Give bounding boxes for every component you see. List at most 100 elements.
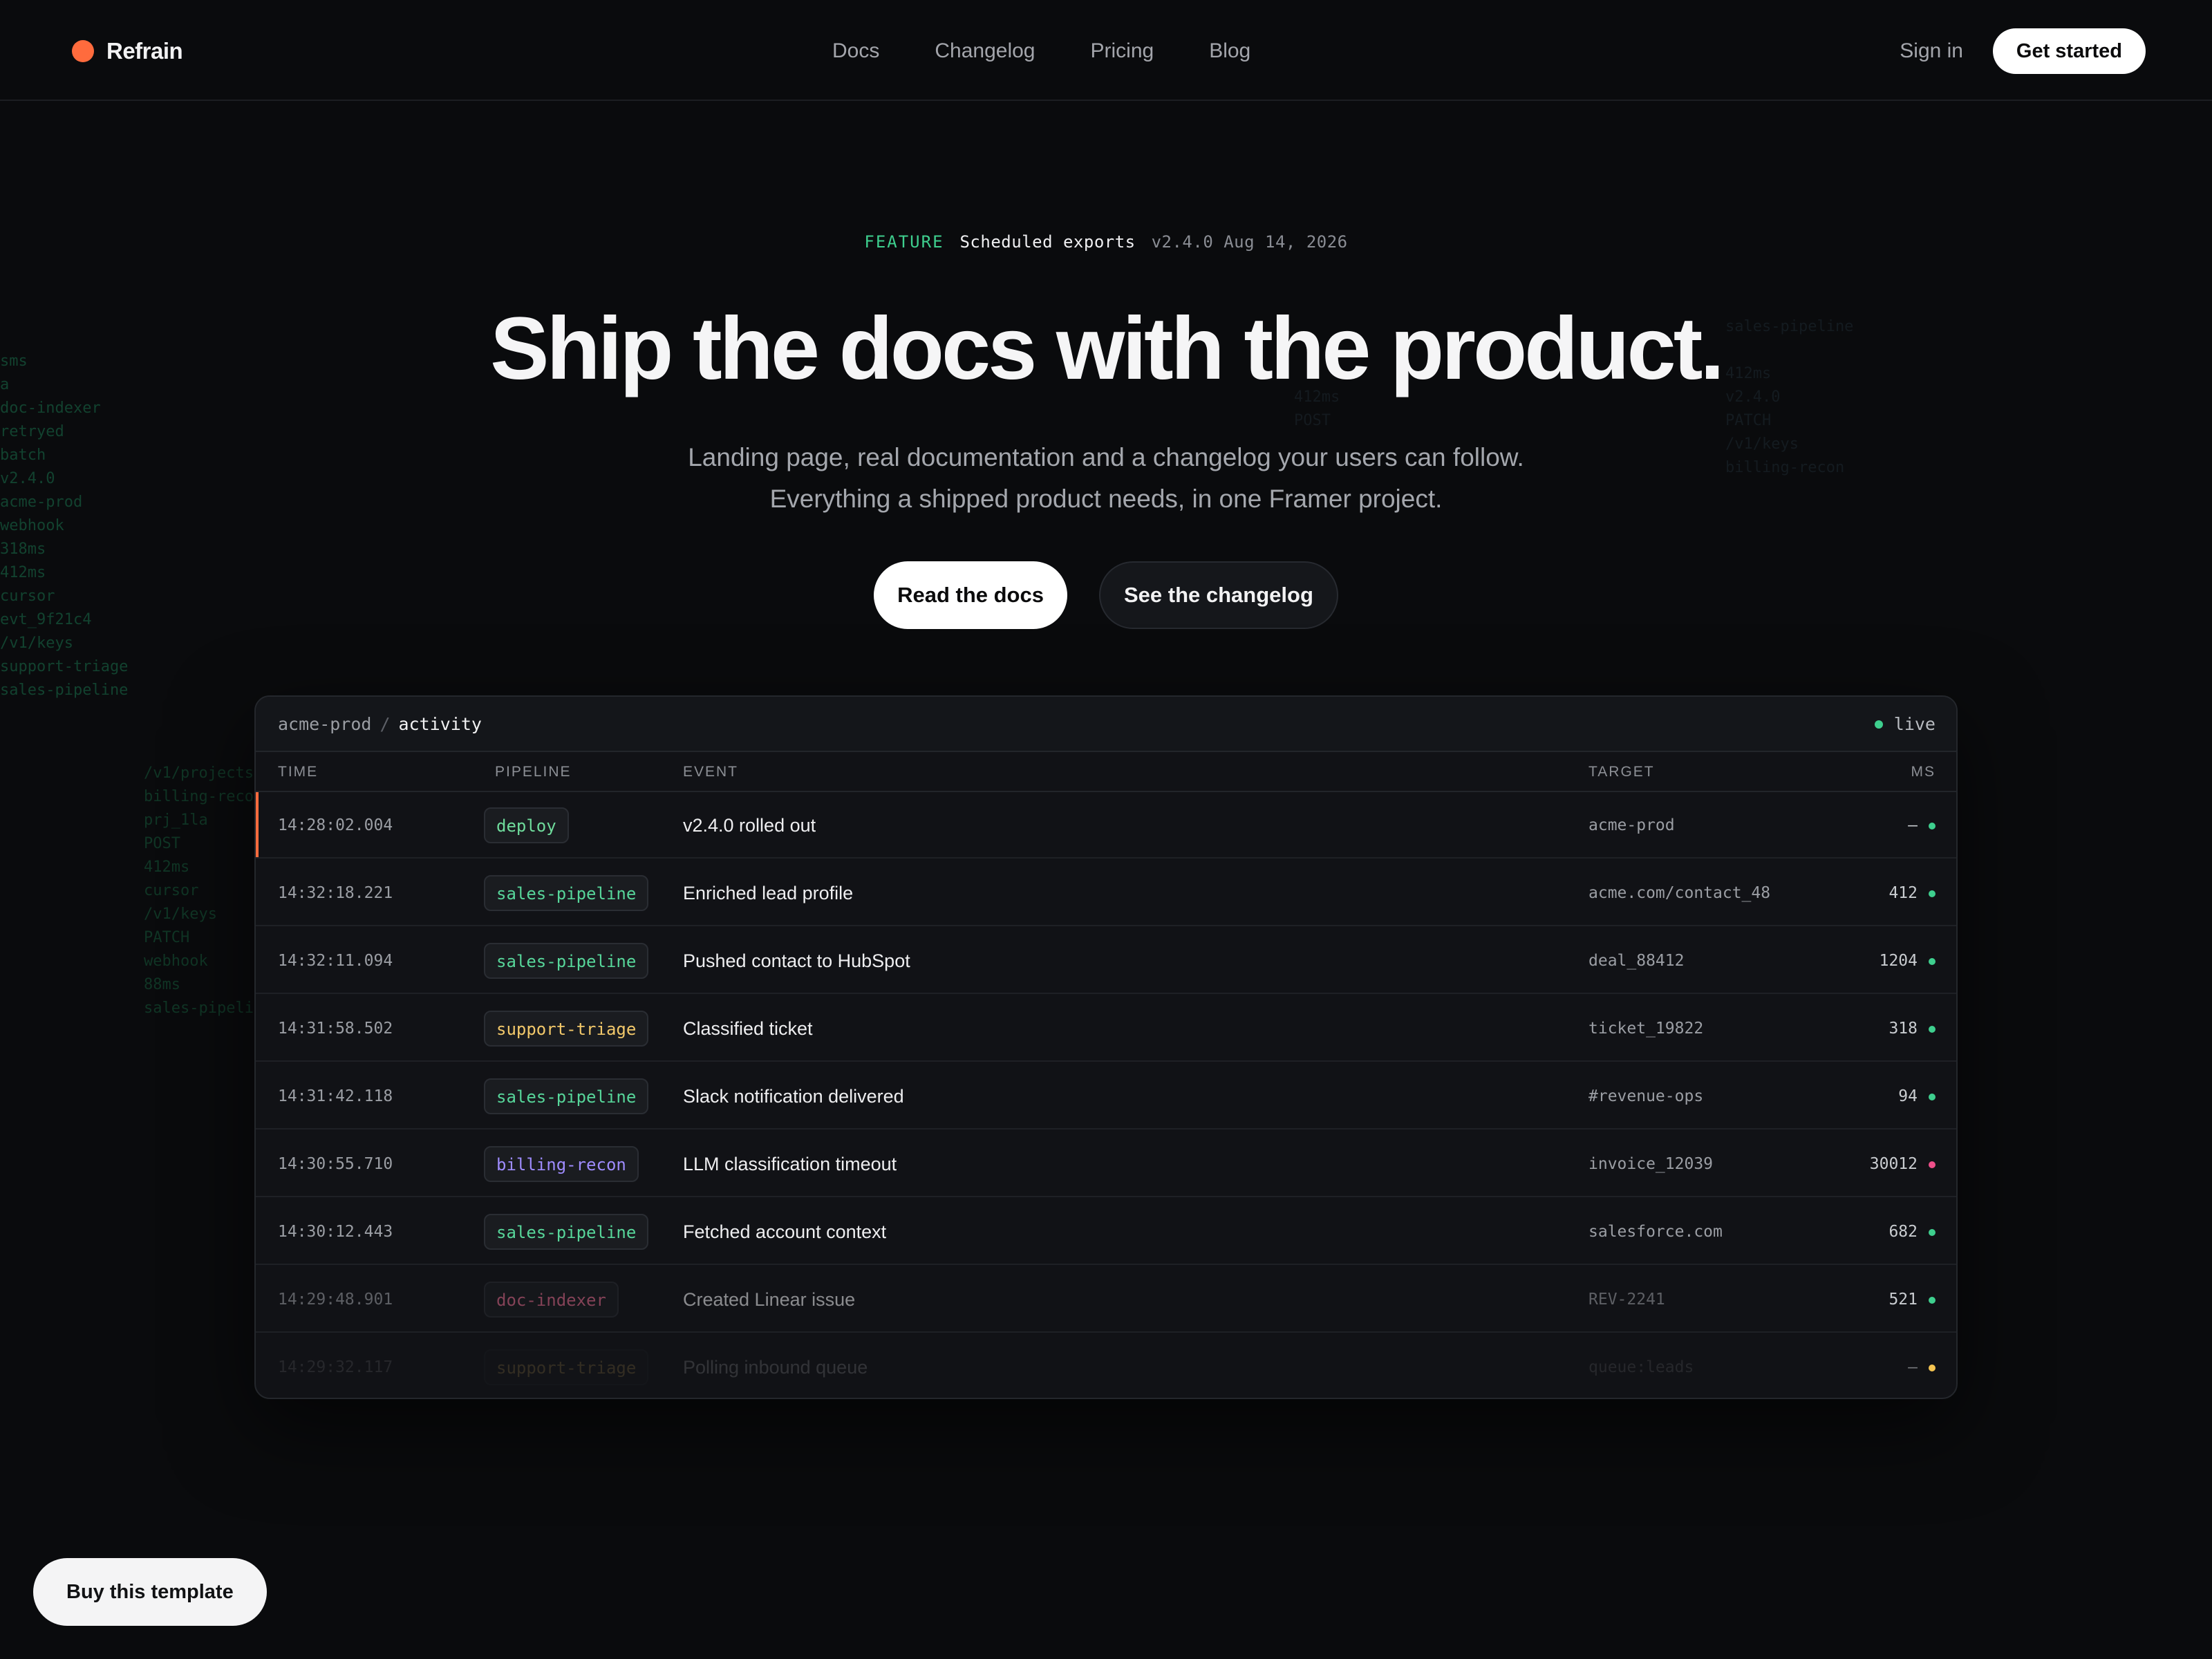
table-row[interactable]: 14:29:48.901 doc-indexer Created Linear is… [256, 1266, 1956, 1333]
release-tag: FEATURE [864, 232, 944, 252]
row-event: Pushed contact to HubSpot [683, 950, 910, 971]
background-code-line: /v1/projects [144, 765, 254, 782]
row-duration: 318 [1888, 1020, 1918, 1038]
pipeline-badge[interactable]: support-triage [484, 1011, 649, 1047]
pipeline-badge[interactable]: doc-indexer [484, 1282, 619, 1318]
status-dot-icon [1929, 1297, 1936, 1304]
status-dot-icon [1929, 1161, 1936, 1168]
table-row[interactable]: 14:32:18.221 sales-pipeline Enriched lead … [256, 860, 1956, 926]
row-time: 14:31:42.118 [278, 1087, 393, 1105]
live-status: live [1874, 697, 1936, 752]
background-code-line: /v1/keys [144, 906, 217, 923]
background-code-left-2: /v1/projects billing-recon prj_1la POST 412m… [144, 738, 272, 1020]
row-event: Created Linear issue [683, 1289, 856, 1310]
table-row[interactable]: 14:31:58.502 support-triage Classified tic… [256, 995, 1956, 1062]
read-docs-button[interactable]: Read the docs [874, 561, 1067, 629]
status-dot-icon [1929, 890, 1936, 897]
release-badge[interactable]: FEATURE Scheduled exports v2.4.0 Aug 14,… [0, 232, 2212, 252]
pipeline-badge[interactable]: sales-pipeline [484, 943, 649, 979]
nav-link-pricing[interactable]: Pricing [1090, 39, 1154, 63]
status-dot-icon [1929, 823, 1936, 830]
table-row[interactable]: 14:32:11.094 sales-pipeline Pushed contact… [256, 928, 1956, 994]
row-target: #revenue-ops [1588, 1087, 1704, 1105]
pipeline-badge[interactable]: sales-pipeline [484, 875, 649, 911]
background-code-left: sms a doc-indexer retryed batch v2.4.0 acme-pr… [0, 350, 128, 702]
row-time: 14:28:02.004 [278, 816, 393, 834]
row-event: Fetched account context [683, 1221, 887, 1242]
brand-logo[interactable]: Refrain [72, 36, 183, 66]
row-event: Polling inbound queue [683, 1357, 868, 1378]
breadcrumb-separator: / [379, 714, 391, 734]
nav-link-changelog[interactable]: Changelog [935, 39, 1035, 63]
column-header-target[interactable]: TARGET [1588, 752, 1655, 792]
background-code-line: PATCH [1725, 412, 1772, 429]
row-event: Slack notification delivered [683, 1086, 904, 1107]
background-code-line: 412ms [144, 859, 190, 876]
pipeline-badge[interactable]: sales-pipeline [484, 1078, 649, 1114]
row-event: Classified ticket [683, 1018, 813, 1039]
background-code-line: billing-recon [144, 788, 263, 805]
pipeline-badge[interactable]: sales-pipeline [484, 1214, 649, 1250]
brand-dot-icon [72, 40, 94, 62]
table-row[interactable]: 14:31:42.118 sales-pipeline Slack notifica… [256, 1063, 1956, 1130]
row-event: Enriched lead profile [683, 883, 854, 903]
activity-panel: acme-prod / activity live TIME PIPELINE EV… [254, 695, 1958, 1399]
row-duration: 412 [1888, 884, 1918, 902]
hero-subtitle: Landing page, real documentation and a c… [0, 437, 2212, 520]
column-header-event[interactable]: EVENT [683, 752, 738, 792]
column-header-time[interactable]: TIME [278, 752, 318, 792]
get-started-button[interactable]: Get started [1992, 28, 2146, 74]
hero-subtitle-line-2: Everything a shipped product needs, in o… [769, 485, 1443, 513]
release-version: v2.4.0 [1151, 232, 1214, 252]
hero-cta-row: Read the docs See the changelog [0, 561, 2212, 629]
table-row[interactable]: 14:28:02.004 deploy v2.4.0 rolled out acme-… [256, 792, 1956, 859]
row-time: 14:29:48.901 [278, 1291, 393, 1309]
hero-subtitle-line-1: Landing page, real documentation and a c… [688, 443, 1524, 471]
release-date: Aug 14, 2026 [1224, 232, 1348, 252]
status-dot-icon [1929, 1365, 1936, 1371]
row-duration: — [1908, 816, 1918, 834]
nav-link-blog[interactable]: Blog [1209, 39, 1250, 63]
row-time: 14:30:55.710 [278, 1155, 393, 1173]
background-code-line: 318ms [0, 541, 46, 558]
table-header: TIME PIPELINE EVENT TARGET MS [256, 752, 1956, 792]
live-status-label: live [1893, 714, 1936, 734]
row-duration: — [1908, 1358, 1918, 1376]
status-dot-icon [1929, 1094, 1936, 1100]
table-row[interactable]: 14:30:12.443 sales-pipeline Fetched accoun… [256, 1199, 1956, 1265]
row-target: salesforce.com [1588, 1223, 1723, 1241]
pipeline-badge[interactable]: billing-recon [484, 1146, 639, 1182]
background-code-line: webhook [144, 953, 208, 970]
top-nav: Refrain Docs Changelog Pricing Blog Sign… [0, 0, 2212, 101]
background-code-line [1294, 198, 1340, 221]
table-row[interactable]: 14:30:55.710 billing-recon LLM classificat… [256, 1131, 1956, 1197]
row-time: 14:32:18.221 [278, 884, 393, 902]
buy-template-button[interactable]: Buy this template [33, 1558, 267, 1626]
row-target: acme.com/contact_48 [1588, 884, 1771, 902]
background-code-line: support-triage [0, 658, 129, 675]
background-code-line: PATCH [144, 929, 190, 946]
brand-name: Refrain [106, 38, 183, 64]
breadcrumb-org[interactable]: acme-prod [278, 714, 371, 734]
status-dot-icon [1929, 1229, 1936, 1236]
row-target: invoice_12039 [1588, 1155, 1714, 1173]
column-header-ms[interactable]: MS [1911, 752, 1936, 792]
background-code-line: POST [1294, 412, 1331, 429]
table-row[interactable]: 14:29:32.117 support-triage Polling inboun… [256, 1334, 1956, 1398]
row-event: LLM classification timeout [683, 1154, 897, 1174]
background-code-line: 88ms [144, 976, 180, 993]
column-header-pipeline[interactable]: PIPELINE [495, 752, 572, 792]
sign-in-link[interactable]: Sign in [1900, 36, 1963, 66]
see-changelog-button[interactable]: See the changelog [1098, 561, 1338, 629]
pipeline-badge[interactable]: support-triage [484, 1349, 649, 1385]
background-code-line [144, 738, 272, 762]
row-time: 14:30:12.443 [278, 1223, 393, 1241]
row-target: queue:leads [1588, 1358, 1694, 1376]
row-duration: 30012 [1869, 1155, 1918, 1173]
panel-header: acme-prod / activity live [256, 697, 1956, 752]
status-dot-icon [1929, 1026, 1936, 1033]
pipeline-badge[interactable]: deploy [484, 807, 569, 843]
background-code-line: prj_1la [144, 812, 208, 829]
breadcrumb: acme-prod / activity [278, 697, 482, 752]
nav-link-docs[interactable]: Docs [832, 39, 879, 63]
